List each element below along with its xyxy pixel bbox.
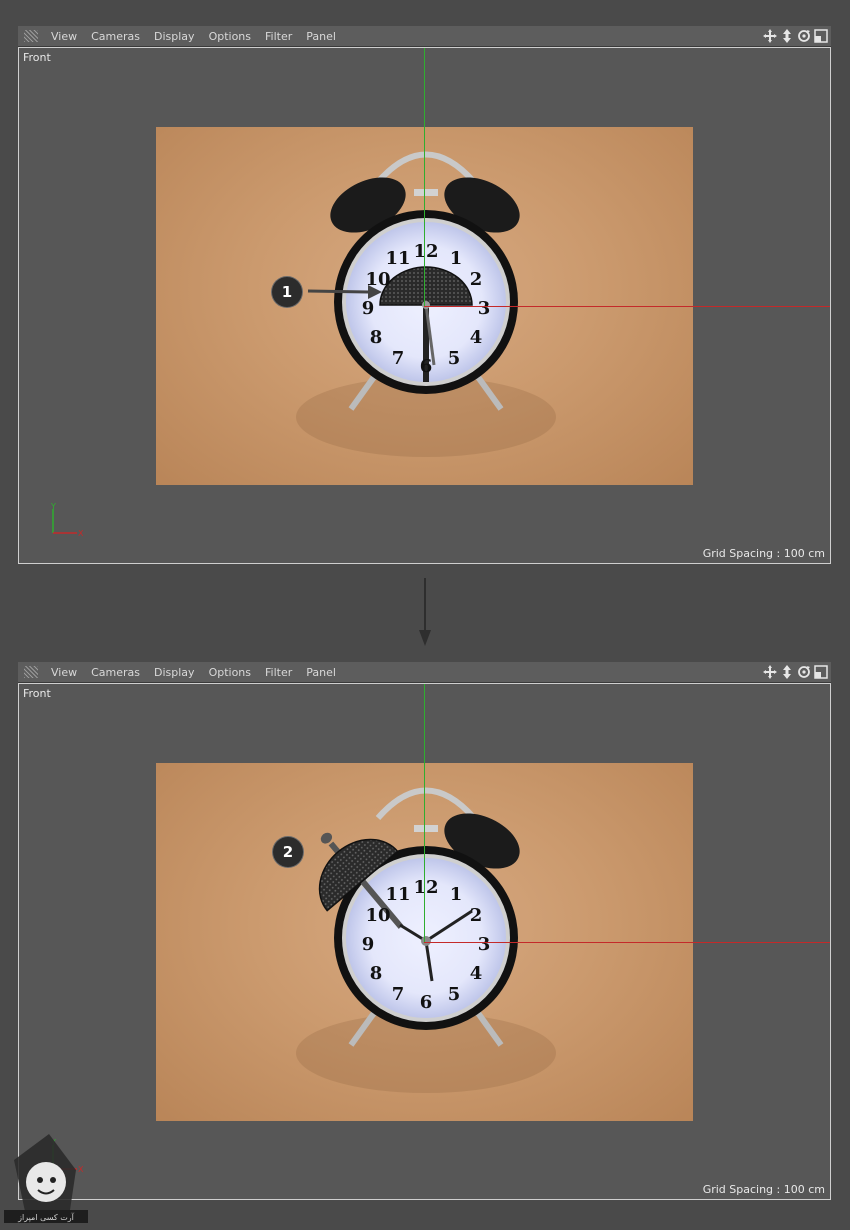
clock-number-2: 2 [470,269,483,290]
viewport-nav-icons [762,664,829,680]
clock-number-11: 11 [385,248,410,269]
menu-panel[interactable]: Panel [299,26,343,47]
watermark-logo: آرت کسی امپراز [4,1134,88,1223]
move-icon[interactable] [762,28,778,44]
x-axis-line[interactable] [424,306,830,307]
viewport-menubar: View Cameras Display Options Filter Pane… [18,662,831,683]
clock-number-8: 8 [370,327,383,348]
maximize-icon[interactable] [813,664,829,680]
menu-cameras[interactable]: Cameras [84,26,147,47]
y-axis-line[interactable] [424,684,425,942]
move-icon[interactable] [762,664,778,680]
menu-filter[interactable]: Filter [258,26,299,47]
viewport-area[interactable]: Front [18,47,831,564]
clock-number-6: 6 [420,356,433,377]
clock-number-1: 1 [450,884,463,905]
zoom-icon[interactable] [779,28,795,44]
axis-gizmo: Y X [50,503,84,538]
clock-number-9: 9 [362,934,375,955]
rotate-icon[interactable] [796,28,812,44]
clock-number-4: 4 [470,327,483,348]
viewport-panel-bottom: View Cameras Display Options Filter Pane… [18,662,831,1200]
axis-gizmo-x-label: X [78,529,84,538]
menu-filter[interactable]: Filter [258,662,299,683]
clock-number-10: 10 [365,905,390,926]
clock-number-5: 5 [448,348,461,369]
menu-display[interactable]: Display [147,26,202,47]
menu-options[interactable]: Options [202,26,258,47]
clock-number-3: 3 [478,298,491,319]
clock-number-9: 9 [362,298,375,319]
clock-number-5: 5 [448,984,461,1005]
panel-grip-icon[interactable] [24,30,38,42]
view-label[interactable]: Front [23,687,51,700]
step-badge: 2 [273,837,303,867]
clock-number-3: 3 [478,934,491,955]
panel-grip-icon[interactable] [24,666,38,678]
viewport-menubar: View Cameras Display Options Filter Pane… [18,26,831,47]
maximize-icon[interactable] [813,28,829,44]
zoom-icon[interactable] [779,664,795,680]
clock-number-11: 11 [385,884,410,905]
clock-number-12: 12 [413,241,438,262]
viewport-area[interactable]: Front [18,683,831,1200]
x-axis-line[interactable] [424,942,830,943]
watermark-text: آرت کسی امپراز [17,1212,75,1222]
clock-number-2: 2 [470,905,483,926]
step-badge: 1 [272,277,302,307]
viewport-panel-top: View Cameras Display Options Filter Pane… [18,26,831,564]
menu-view[interactable]: View [44,662,84,683]
rotate-icon[interactable] [796,664,812,680]
clock-number-7: 7 [392,348,405,369]
viewport-nav-icons [762,28,829,44]
menu-view[interactable]: View [44,26,84,47]
clock-number-6: 6 [420,992,433,1013]
grid-spacing-label: Grid Spacing : 100 cm [702,1183,825,1196]
y-axis-line[interactable] [424,48,425,306]
clock-number-12: 12 [413,877,438,898]
axis-gizmo-y-label: Y [50,503,56,511]
clock-number-4: 4 [470,963,483,984]
menu-options[interactable]: Options [202,662,258,683]
down-arrow-icon [419,578,431,646]
clock-number-8: 8 [370,963,383,984]
menu-cameras[interactable]: Cameras [84,662,147,683]
view-label[interactable]: Front [23,51,51,64]
menu-panel[interactable]: Panel [299,662,343,683]
menu-display[interactable]: Display [147,662,202,683]
clock-number-7: 7 [392,984,405,1005]
grid-spacing-label: Grid Spacing : 100 cm [702,547,825,560]
clock-number-1: 1 [450,248,463,269]
